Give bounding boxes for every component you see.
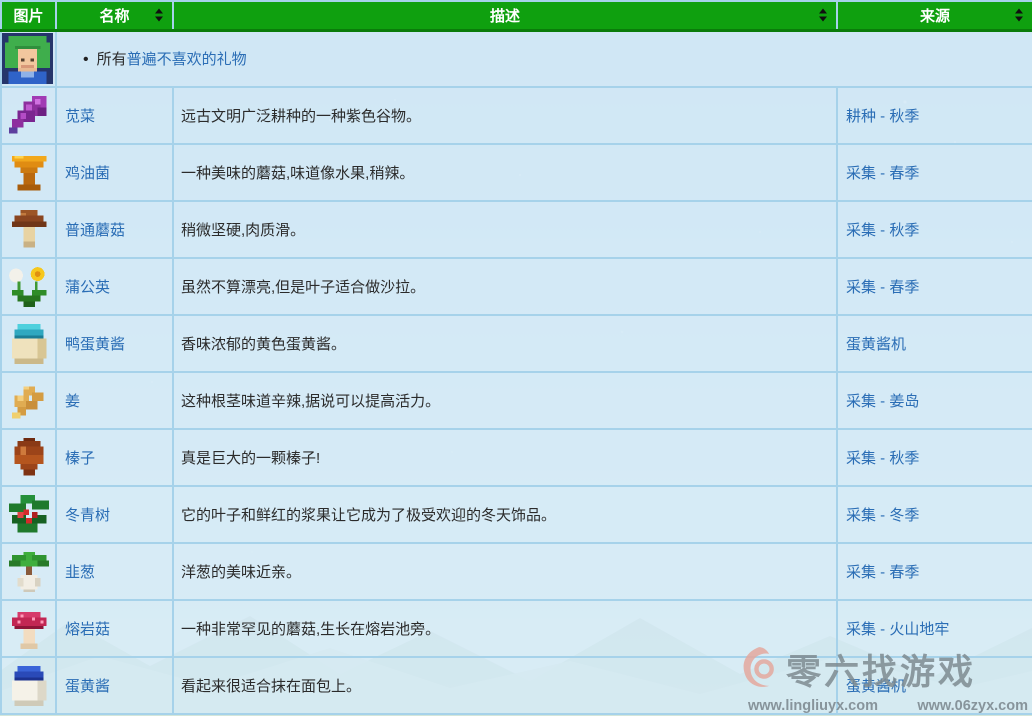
item-description: 香味浓郁的黄色蛋黄酱。 (173, 315, 837, 372)
item-description: 虽然不算漂亮,但是叶子适合做沙拉。 (173, 258, 837, 315)
item-source-link[interactable]: 采集 - 冬季 (846, 507, 919, 524)
item-source-link[interactable]: 采集 - 春季 (846, 564, 919, 581)
item-name-link[interactable]: 冬青树 (65, 507, 110, 524)
table-row: 榛子 真是巨大的一颗榛子! 采集 - 秋季 (1, 429, 1032, 486)
sort-icon (1015, 9, 1024, 22)
item-icon-cell (1, 600, 56, 657)
item-name-link[interactable]: 熔岩菇 (65, 621, 110, 638)
table-row: 鸭蛋黄酱 香味浓郁的黄色蛋黄酱。 蛋黄酱机 (1, 315, 1032, 372)
ginger-icon (6, 378, 52, 424)
table-header-row: 图片 名称 描述 来源 (1, 1, 1032, 30)
intro-row: • 所有普遍不喜欢的礼物 (1, 30, 1032, 87)
item-name-link[interactable]: 蛋黄酱 (65, 678, 110, 695)
item-description: 一种美味的蘑菇,味道像水果,稍辣。 (173, 144, 837, 201)
chanterelle-icon (6, 150, 52, 196)
item-icon-cell (1, 315, 56, 372)
item-name-link[interactable]: 鸭蛋黄酱 (65, 336, 125, 353)
table-row: 蒲公英 虽然不算漂亮,但是叶子适合做沙拉。 采集 - 春季 (1, 258, 1032, 315)
item-name-link[interactable]: 普通蘑菇 (65, 222, 125, 239)
item-icon-cell (1, 543, 56, 600)
column-header-image: 图片 (1, 1, 56, 30)
column-header-label: 名称 (99, 8, 129, 25)
column-header-source[interactable]: 来源 (837, 1, 1032, 30)
item-source-link[interactable]: 蛋黄酱机 (846, 336, 906, 353)
sort-icon (819, 9, 828, 22)
intro-prefix: 所有 (97, 51, 127, 68)
hazelnut-icon (6, 435, 52, 481)
item-icon-cell (1, 486, 56, 543)
table-row: 冬青树 它的叶子和鲜红的浆果让它成为了极受欢迎的冬天饰品。 采集 - 冬季 (1, 486, 1032, 543)
item-source-link[interactable]: 采集 - 秋季 (846, 222, 919, 239)
mayonnaise-icon (6, 663, 52, 709)
table-row: 蛋黄酱 看起来很适合抹在面包上。 蛋黄酱机 (1, 657, 1032, 714)
disliked-gifts-table: 图片 名称 描述 来源 (0, 0, 1032, 715)
table-row: 韭葱 洋葱的美味近亲。 采集 - 春季 (1, 543, 1032, 600)
holly-icon (6, 492, 52, 538)
character-portrait-cell (1, 30, 56, 87)
table-row: 姜 这种根茎味道辛辣,据说可以提高活力。 采集 - 姜岛 (1, 372, 1032, 429)
universally-disliked-gifts-link[interactable]: 普遍不喜欢的礼物 (127, 51, 247, 68)
dandelion-icon (6, 264, 52, 310)
intro-cell: • 所有普遍不喜欢的礼物 (56, 30, 1032, 87)
item-description: 一种非常罕见的蘑菇,生长在熔岩池旁。 (173, 600, 837, 657)
item-icon-cell (1, 429, 56, 486)
sort-icon (155, 9, 164, 22)
duck-mayonnaise-icon (6, 321, 52, 367)
item-icon-cell (1, 657, 56, 714)
item-description: 洋葱的美味近亲。 (173, 543, 837, 600)
item-source-link[interactable]: 蛋黄酱机 (846, 678, 906, 695)
item-description: 远古文明广泛耕种的一种紫色谷物。 (173, 87, 837, 144)
magma-cap-icon (6, 606, 52, 652)
leek-icon (6, 549, 52, 595)
item-icon-cell (1, 144, 56, 201)
item-source-link[interactable]: 采集 - 火山地牢 (846, 621, 949, 638)
column-header-label: 描述 (490, 8, 520, 25)
item-description: 看起来很适合抹在面包上。 (173, 657, 837, 714)
item-icon-cell (1, 201, 56, 258)
column-header-label: 来源 (920, 8, 950, 25)
item-name-link[interactable]: 榛子 (65, 450, 95, 467)
item-source-link[interactable]: 采集 - 姜岛 (846, 393, 919, 410)
item-description: 这种根茎味道辛辣,据说可以提高活力。 (173, 372, 837, 429)
table-row: 普通蘑菇 稍微坚硬,肉质滑。 采集 - 秋季 (1, 201, 1032, 258)
item-name-link[interactable]: 韭葱 (65, 564, 95, 581)
item-description: 稍微坚硬,肉质滑。 (173, 201, 837, 258)
table-row: 鸡油菌 一种美味的蘑菇,味道像水果,稍辣。 采集 - 春季 (1, 144, 1032, 201)
caroline-portrait-icon (2, 32, 53, 85)
table-row: 熔岩菇 一种非常罕见的蘑菇,生长在熔岩池旁。 采集 - 火山地牢 (1, 600, 1032, 657)
bullet: • (83, 51, 89, 68)
item-source-link[interactable]: 采集 - 秋季 (846, 450, 919, 467)
column-header-label: 图片 (13, 8, 43, 25)
item-name-link[interactable]: 蒲公英 (65, 279, 110, 296)
item-description: 它的叶子和鲜红的浆果让它成为了极受欢迎的冬天饰品。 (173, 486, 837, 543)
item-source-link[interactable]: 采集 - 春季 (846, 279, 919, 296)
item-name-link[interactable]: 鸡油菌 (65, 165, 110, 182)
amaranth-icon (6, 93, 52, 139)
item-source-link[interactable]: 采集 - 春季 (846, 165, 919, 182)
column-header-description[interactable]: 描述 (173, 1, 837, 30)
item-name-link[interactable]: 苋菜 (65, 108, 95, 125)
item-icon-cell (1, 87, 56, 144)
table-row: 苋菜 远古文明广泛耕种的一种紫色谷物。 耕种 - 秋季 (1, 87, 1032, 144)
item-source-link[interactable]: 耕种 - 秋季 (846, 108, 919, 125)
item-icon-cell (1, 372, 56, 429)
common-mushroom-icon (6, 207, 52, 253)
item-name-link[interactable]: 姜 (65, 393, 80, 410)
column-header-name[interactable]: 名称 (56, 1, 173, 30)
item-description: 真是巨大的一颗榛子! (173, 429, 837, 486)
item-icon-cell (1, 258, 56, 315)
